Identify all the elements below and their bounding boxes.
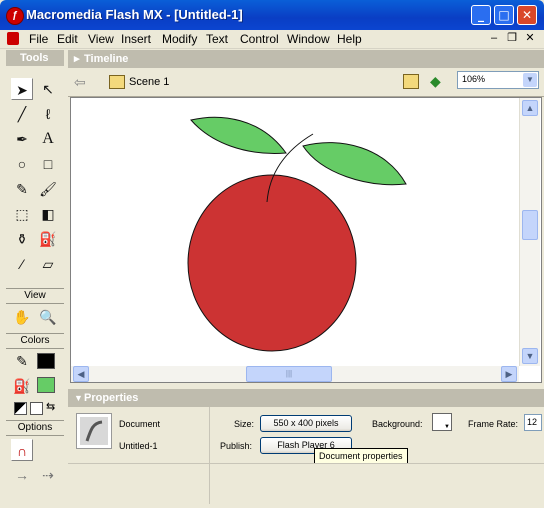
timeline-title: Timeline	[84, 53, 129, 65]
horizontal-scroll-thumb[interactable]: |||	[246, 366, 332, 382]
vertical-scrollbar[interactable]: ▲ ▼	[519, 98, 540, 366]
divider	[68, 463, 544, 464]
edit-bar: ⇦ Scene 1 ◆ 106% ▼	[68, 68, 544, 97]
arrow-tool-icon[interactable]: ➤	[11, 78, 33, 100]
horizontal-scrollbar[interactable]: ◀ ||| ▶	[71, 366, 519, 382]
eyedropper-tool-icon[interactable]: ⁄	[11, 253, 33, 275]
swap-colors-icon[interactable]: ⇆	[46, 401, 58, 413]
tools-panel: Tools ➤ ↖ ╱ ℓ ✒ A ○ □ ✎ 🖌 ⬚ ◧ ⚱ ⛽ ⁄ ▱ Vi…	[6, 50, 64, 502]
menu-modify[interactable]: Modify	[162, 32, 197, 46]
menu-insert[interactable]: Insert	[121, 32, 151, 46]
background-color-swatch[interactable]: ▼	[432, 413, 452, 431]
free-transform-tool-icon[interactable]: ⬚	[11, 203, 33, 225]
oval-tool-icon[interactable]: ○	[11, 153, 33, 175]
lasso-tool-icon[interactable]: ℓ	[37, 103, 59, 125]
hand-tool-icon[interactable]: ✋	[11, 306, 33, 328]
chevron-down-icon: ▼	[444, 424, 450, 430]
brush-tool-icon[interactable]: 🖌	[37, 178, 59, 200]
chevron-down-icon[interactable]: ▼	[523, 73, 537, 87]
options-section-label: Options	[6, 420, 64, 436]
tooltip: Document properties	[314, 448, 408, 464]
mdi-restore-button[interactable]: ❐	[505, 32, 519, 45]
rectangle-tool-icon[interactable]: □	[37, 153, 59, 175]
document-name-label: Untitled-1	[119, 441, 158, 451]
mdi-minimize-button[interactable]: –	[487, 32, 501, 45]
title-bar: ƒ Macromedia Flash MX - [Untitled-1] _ □…	[0, 0, 544, 30]
straighten-icon[interactable]: ⇢	[37, 464, 59, 486]
tools-grid: ➤ ↖ ╱ ℓ ✒ A ○ □ ✎ 🖌 ⬚ ◧ ⚱ ⛽ ⁄ ▱	[6, 74, 64, 288]
close-button[interactable]: ✕	[517, 5, 537, 25]
background-label: Background:	[372, 419, 423, 429]
properties-panel: Document Untitled-1 Size: 550 x 400 pixe…	[68, 407, 544, 504]
ink-bottle-tool-icon[interactable]: ⚱	[11, 228, 33, 250]
stroke-color-swatch[interactable]	[37, 353, 55, 369]
apple-body[interactable]	[187, 174, 357, 352]
document-icon[interactable]	[7, 32, 19, 45]
size-button[interactable]: 550 x 400 pixels	[260, 415, 352, 432]
size-label: Size:	[234, 419, 255, 429]
menu-control[interactable]: Control	[240, 32, 279, 46]
scroll-up-button[interactable]: ▲	[522, 100, 538, 116]
colors-section-label: Colors	[6, 333, 64, 349]
menu-window[interactable]: Window	[287, 32, 330, 46]
edit-symbols-icon[interactable]: ◆	[430, 73, 446, 89]
left-leaf[interactable]	[190, 116, 287, 154]
timeline-panel-header[interactable]: ▸ Timeline	[68, 50, 544, 68]
fill-transform-tool-icon[interactable]: ◧	[37, 203, 59, 225]
zoom-select[interactable]: 106% ▼	[457, 71, 539, 89]
stroke-color-icon: ✎	[16, 353, 28, 369]
scroll-left-button[interactable]: ◀	[73, 366, 89, 382]
scroll-down-button[interactable]: ▼	[522, 348, 538, 364]
pen-tool-icon[interactable]: ✒	[11, 128, 33, 150]
menu-text[interactable]: Text	[206, 32, 228, 46]
mdi-close-button[interactable]: ✕	[523, 32, 537, 45]
snap-to-objects-icon[interactable]: ∩	[11, 439, 33, 461]
menu-bar: File Edit View Insert Modify Text Contro…	[0, 30, 544, 49]
scene-icon	[109, 75, 125, 89]
tools-panel-title[interactable]: Tools	[6, 50, 64, 66]
menu-file[interactable]: File	[29, 32, 48, 46]
zoom-tool-icon[interactable]: 🔍	[37, 306, 59, 328]
text-tool-icon[interactable]: A	[37, 128, 59, 150]
smooth-icon[interactable]: →	[11, 464, 33, 486]
subselect-tool-icon[interactable]: ↖	[37, 78, 59, 100]
no-color-icon[interactable]	[30, 402, 43, 415]
publish-label: Publish:	[220, 441, 253, 451]
menu-help[interactable]: Help	[337, 32, 362, 46]
document-type-label: Document	[119, 419, 161, 429]
pencil-tool-icon[interactable]: ✎	[11, 178, 33, 200]
flash-app-icon[interactable]: ƒ	[6, 7, 24, 25]
edit-scene-icon[interactable]	[403, 74, 419, 89]
vertical-scroll-thumb[interactable]	[522, 210, 538, 240]
divider	[209, 407, 210, 504]
eraser-tool-icon[interactable]: ▱	[37, 253, 59, 275]
back-arrow-icon[interactable]: ⇦	[74, 74, 86, 91]
line-tool-icon[interactable]: ╱	[11, 103, 33, 125]
scroll-right-button[interactable]: ▶	[501, 366, 517, 382]
menu-edit[interactable]: Edit	[57, 32, 78, 46]
right-leaf[interactable]	[302, 142, 407, 186]
menu-view[interactable]: View	[88, 32, 114, 46]
frame-rate-label: Frame Rate:	[468, 419, 519, 429]
stage-canvas[interactable]	[71, 98, 519, 366]
zoom-value: 106%	[462, 74, 486, 84]
view-section-label: View	[6, 288, 64, 304]
maximize-button[interactable]: □	[494, 5, 514, 25]
paint-bucket-tool-icon[interactable]: ⛽	[37, 228, 59, 250]
minimize-button[interactable]: _	[471, 5, 491, 25]
scene-label[interactable]: Scene 1	[129, 76, 169, 88]
document-thumbnail-icon	[76, 413, 112, 449]
frame-rate-input[interactable]: 12	[524, 414, 542, 431]
properties-panel-header[interactable]: ▼ Properties	[68, 389, 544, 407]
fill-color-icon: ⛽	[13, 378, 31, 394]
default-colors-icon[interactable]	[14, 402, 27, 415]
fill-color-swatch[interactable]	[37, 377, 55, 393]
properties-title: Properties	[84, 392, 139, 404]
apple-drawing[interactable]	[187, 116, 407, 352]
window-title: Macromedia Flash MX - [Untitled-1]	[26, 7, 243, 22]
stage[interactable]	[70, 97, 542, 383]
